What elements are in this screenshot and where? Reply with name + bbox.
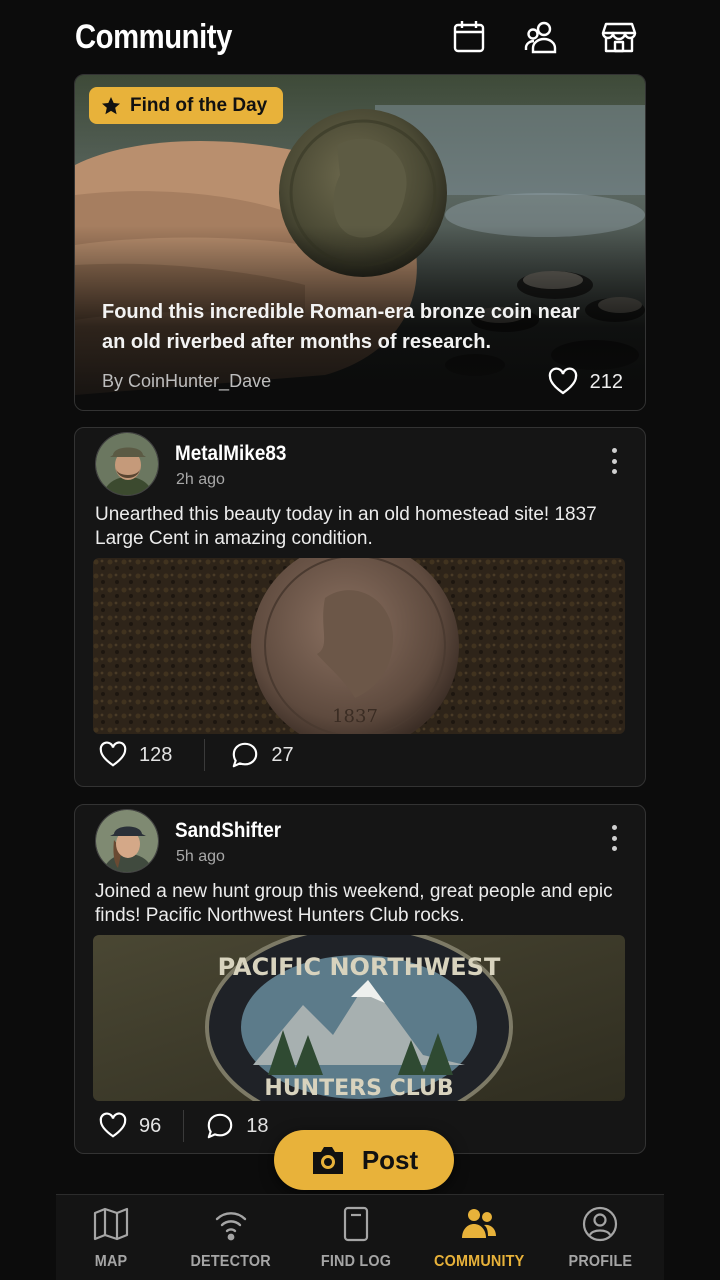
post-actions: 96 18 [99,1109,269,1143]
like-count: 96 [139,1114,162,1137]
nav-label-profile: PROFILE [568,1253,632,1270]
action-divider [204,739,206,771]
bottom-navigation: MAP DETECTOR FIND LOG COMMUNITY PROFILE [56,1194,664,1280]
featured-find-card[interactable]: Find of the Day Found this incredible Ro… [74,74,646,411]
profile-icon [582,1206,618,1242]
camera-icon [312,1147,343,1174]
post-username[interactable]: SandShifter [175,819,281,843]
comment-icon [207,1113,233,1139]
create-post-label: Post [361,1144,419,1175]
heart-icon [548,367,577,395]
heart-icon [99,741,127,767]
detector-icon [215,1212,247,1241]
comment-count: 27 [271,743,294,766]
nav-item-community[interactable]: COMMUNITY [424,1205,534,1275]
like-button[interactable]: 128 [99,741,172,769]
store-icon[interactable] [600,18,638,56]
nav-label-detector: DETECTOR [190,1253,272,1270]
page-title: Community [75,18,232,56]
patch-top-text: PACIFIC NORTHWEST [218,953,501,981]
comment-icon [233,742,258,768]
featured-like-count: 212 [589,370,623,393]
nav-item-profile[interactable]: PROFILE [545,1205,655,1275]
more-options-icon[interactable] [609,448,619,474]
post-card: MetalMike83 2h ago Unearthed this beauty… [74,427,646,787]
nav-label-map: MAP [94,1253,128,1270]
calendar-icon[interactable] [450,18,488,56]
nav-label-community: COMMUNITY [433,1253,525,1270]
post-timestamp: 5h ago [176,848,225,865]
post-actions: 128 27 [99,738,294,772]
action-divider [183,1110,185,1142]
nav-label-find-log: FIND LOG [320,1253,392,1270]
nav-item-detector[interactable]: DETECTOR [176,1205,286,1275]
post-card: SandShifter 5h ago Joined a new hunt gro… [74,804,646,1154]
post-username[interactable]: MetalMike83 [175,442,286,466]
heart-icon [99,1112,127,1138]
comment-count: 18 [246,1114,269,1137]
community-icon [462,1209,496,1238]
comment-button[interactable]: 18 [206,1112,269,1140]
featured-like-button[interactable]: 212 [548,367,623,397]
star-icon [102,96,120,114]
nav-item-find-log[interactable]: FIND LOG [301,1205,411,1275]
patch-bottom-text: HUNTERS CLUB [264,1076,453,1101]
coin-date-text: 1837 [332,706,378,727]
nav-item-map[interactable]: MAP [56,1205,166,1275]
like-button[interactable]: 96 [99,1112,161,1140]
featured-caption: Found this incredible Roman-era bronze c… [102,301,580,353]
post-header: SandShifter 5h ago [75,805,645,877]
map-icon [93,1207,129,1241]
post-text: Joined a new hunt group this weekend, gr… [95,881,613,926]
post-image-large-cent[interactable]: 1837 [93,558,625,734]
featured-author[interactable]: By CoinHunter_Dave [102,371,271,392]
find-log-icon [343,1206,369,1242]
more-options-icon[interactable] [609,825,619,851]
badge-label: Find of the Day [130,94,268,116]
post-text: Unearthed this beauty today in an old ho… [95,504,597,549]
group-icon[interactable] [523,18,561,56]
featured-gradient-overlay [75,75,645,410]
comment-button[interactable]: 27 [231,741,294,769]
post-header: MetalMike83 2h ago [75,428,645,500]
post-image-club-patch[interactable]: PACIFIC NORTHWEST HUNTERS CLUB [93,935,625,1101]
like-count: 128 [139,743,173,766]
avatar[interactable] [95,809,159,873]
post-timestamp: 2h ago [176,471,225,488]
top-bar: Community [0,0,720,76]
avatar[interactable] [95,432,159,496]
find-of-the-day-badge: Find of the Day [89,87,284,124]
create-post-button[interactable]: Post [274,1130,454,1190]
